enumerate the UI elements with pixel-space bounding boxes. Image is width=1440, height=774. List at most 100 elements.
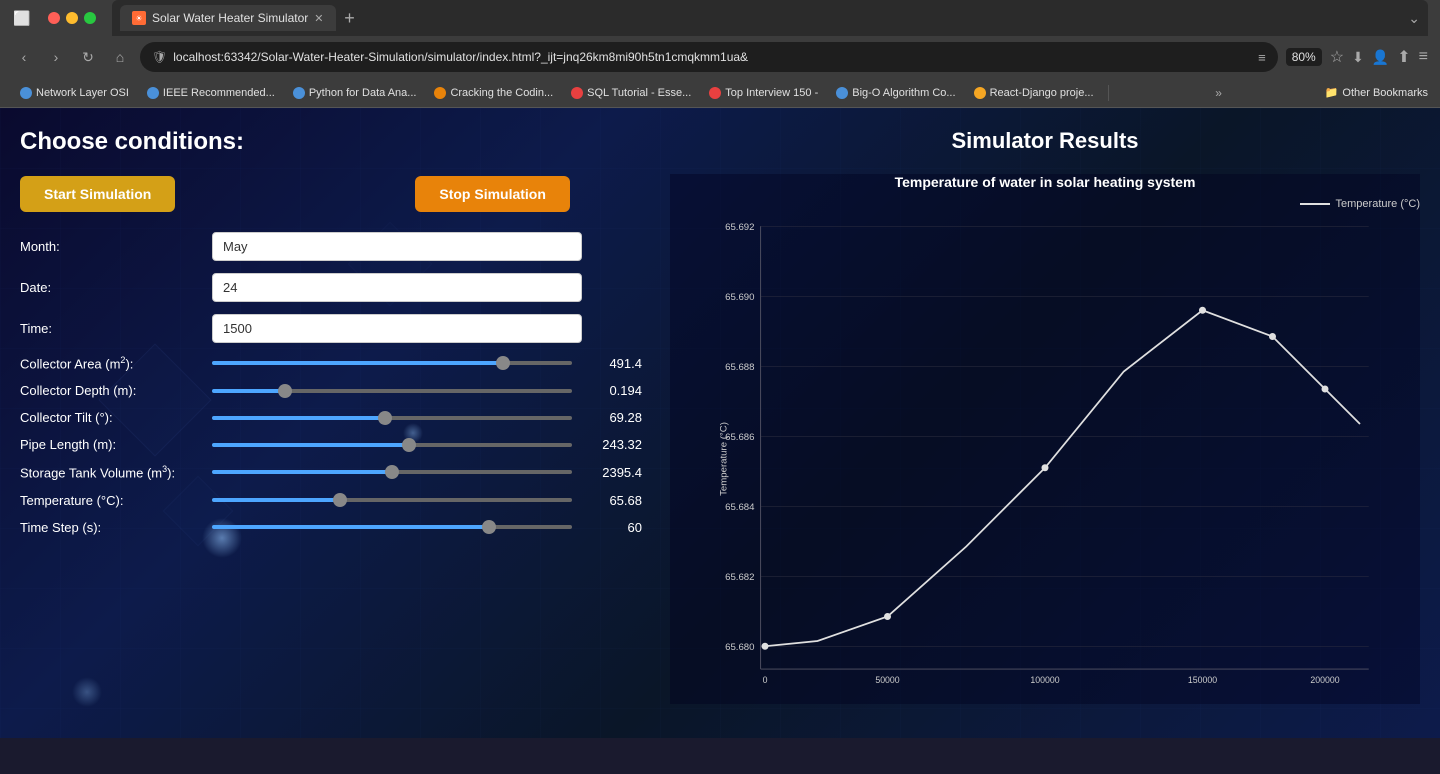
pipe-length-value: 243.32: [582, 437, 642, 452]
bookmark-label: SQL Tutorial - Esse...: [587, 87, 691, 99]
share-icon[interactable]: ⬆: [1397, 47, 1410, 67]
temperature-value: 65.68: [582, 493, 642, 508]
chart-title: Temperature of water in solar heating sy…: [670, 174, 1420, 190]
bookmark-icon: [836, 87, 848, 99]
bookmark-bigo[interactable]: Big-O Algorithm Co...: [828, 85, 963, 101]
url-text: localhost:63342/Solar-Water-Heater-Simul…: [173, 50, 1252, 64]
collector-depth-slider[interactable]: [212, 389, 572, 393]
bookmark-icon: [974, 87, 986, 99]
page-content: Choose conditions: Start Simulation Stop…: [0, 108, 1440, 738]
time-step-slider[interactable]: [212, 525, 572, 529]
data-point-5: [1269, 333, 1276, 340]
results-title: Simulator Results: [670, 128, 1420, 154]
nav-bar: ‹ › ↻ ⌂ 🛡 localhost:63342/Solar-Water-He…: [0, 36, 1440, 78]
home-button[interactable]: ⌂: [108, 45, 132, 69]
temperature-row: Temperature (°C): 65.68: [20, 493, 630, 508]
date-row: Date: 24 1: [20, 273, 630, 302]
back-button[interactable]: ‹: [12, 45, 36, 69]
y-label-2: 65.690: [725, 292, 754, 303]
collector-depth-row: Collector Depth (m): 0.194: [20, 383, 630, 398]
bookmark-label: Top Interview 150 -: [725, 87, 818, 99]
bookmark-star-icon[interactable]: ☆: [1330, 47, 1344, 67]
collector-area-value: 491.4: [582, 356, 642, 371]
reload-button[interactable]: ↻: [76, 45, 100, 69]
download-icon[interactable]: ⬇: [1352, 49, 1364, 66]
bookmark-sql[interactable]: SQL Tutorial - Esse...: [563, 85, 699, 101]
data-point-4: [1199, 307, 1206, 314]
x-label-4: 150000: [1188, 675, 1217, 685]
bookmark-react-django[interactable]: React-Django proje...: [966, 85, 1102, 101]
maximize-button[interactable]: [84, 12, 96, 24]
chart-area: 65.692 65.690 65.688 65.686 65.684 65.68…: [670, 214, 1420, 704]
browser-chrome: ⬜ ☀ Solar Water Heater Simulator ✕ + ⌄ ‹…: [0, 0, 1440, 108]
tab-title: Solar Water Heater Simulator: [152, 11, 308, 25]
bookmark-label: Cracking the Codin...: [450, 87, 553, 99]
bookmark-separator: [1108, 85, 1109, 101]
choose-conditions-title: Choose conditions:: [20, 128, 630, 156]
collector-tilt-slider[interactable]: [212, 416, 572, 420]
pipe-length-slider[interactable]: [212, 443, 572, 447]
stop-simulation-button[interactable]: Stop Simulation: [415, 176, 570, 212]
profile-icon[interactable]: 👤: [1372, 49, 1389, 66]
time-label: Time:: [20, 321, 200, 336]
collector-tilt-slider-row: 69.28: [212, 410, 642, 425]
menu-icon[interactable]: ≡: [1419, 48, 1428, 66]
collector-tilt-label: Collector Tilt (°):: [20, 410, 200, 425]
tab-expand-icon[interactable]: ⌄: [1408, 10, 1420, 27]
forward-button[interactable]: ›: [44, 45, 68, 69]
data-point-6: [1322, 386, 1329, 393]
x-label-3: 100000: [1030, 675, 1059, 685]
data-point-1: [762, 643, 769, 650]
x-label-5: 200000: [1310, 675, 1339, 685]
date-select[interactable]: 24 1: [212, 273, 582, 302]
new-tab-button[interactable]: +: [336, 4, 364, 32]
start-simulation-button[interactable]: Start Simulation: [20, 176, 175, 212]
more-bookmarks-button[interactable]: »: [1207, 84, 1230, 102]
collector-depth-label: Collector Depth (m):: [20, 383, 200, 398]
chart-svg: 65.692 65.690 65.688 65.686 65.684 65.68…: [670, 214, 1420, 704]
x-label-1: 0: [763, 675, 768, 685]
address-bar[interactable]: 🛡 localhost:63342/Solar-Water-Heater-Sim…: [140, 42, 1278, 72]
time-row: Time: 1500 0900 1200: [20, 314, 630, 343]
title-bar: ⬜ ☀ Solar Water Heater Simulator ✕ + ⌄: [0, 0, 1440, 36]
bookmark-icon: [709, 87, 721, 99]
bookmark-network-layer[interactable]: Network Layer OSI: [12, 85, 137, 101]
chart-container: Temperature of water in solar heating sy…: [670, 174, 1420, 704]
storage-tank-value: 2395.4: [582, 465, 642, 480]
bookmark-icon: [20, 87, 32, 99]
data-point-3: [1042, 464, 1049, 471]
time-step-value: 60: [582, 520, 642, 535]
chevron-right-icon: »: [1215, 86, 1222, 100]
zoom-level[interactable]: 80%: [1286, 48, 1322, 66]
other-bookmarks[interactable]: 📁 Other Bookmarks: [1325, 86, 1428, 99]
bookmark-label: IEEE Recommended...: [163, 87, 275, 99]
bookmark-icon: [293, 87, 305, 99]
pipe-length-slider-row: 243.32: [212, 437, 642, 452]
pipe-length-row: Pipe Length (m): 243.32: [20, 437, 630, 452]
active-tab[interactable]: ☀ Solar Water Heater Simulator ✕: [120, 5, 336, 31]
storage-tank-slider[interactable]: [212, 470, 572, 474]
collector-depth-value: 0.194: [582, 383, 642, 398]
storage-tank-slider-row: 2395.4: [212, 465, 642, 480]
sidebar-toggle[interactable]: ⬜: [12, 8, 32, 28]
bookmark-icon: [147, 87, 159, 99]
collector-area-slider-row: 491.4: [212, 356, 642, 371]
temperature-label: Temperature (°C):: [20, 493, 200, 508]
collector-area-row: Collector Area (m2): 491.4: [20, 355, 630, 371]
y-label-7: 65.680: [725, 642, 754, 653]
close-button[interactable]: [48, 12, 60, 24]
bookmark-ieee[interactable]: IEEE Recommended...: [139, 85, 283, 101]
month-select[interactable]: May January February March: [212, 232, 582, 261]
tab-close-button[interactable]: ✕: [314, 12, 323, 25]
bookmark-python[interactable]: Python for Data Ana...: [285, 85, 425, 101]
date-label: Date:: [20, 280, 200, 295]
tab-favicon: ☀: [132, 11, 146, 25]
minimize-button[interactable]: [66, 12, 78, 24]
bookmark-label: Network Layer OSI: [36, 87, 129, 99]
collector-tilt-value: 69.28: [582, 410, 642, 425]
bookmark-top-interview[interactable]: Top Interview 150 -: [701, 85, 826, 101]
collector-area-slider[interactable]: [212, 361, 572, 365]
temperature-slider[interactable]: [212, 498, 572, 502]
bookmark-cracking[interactable]: Cracking the Codin...: [426, 85, 561, 101]
time-select[interactable]: 1500 0900 1200: [212, 314, 582, 343]
